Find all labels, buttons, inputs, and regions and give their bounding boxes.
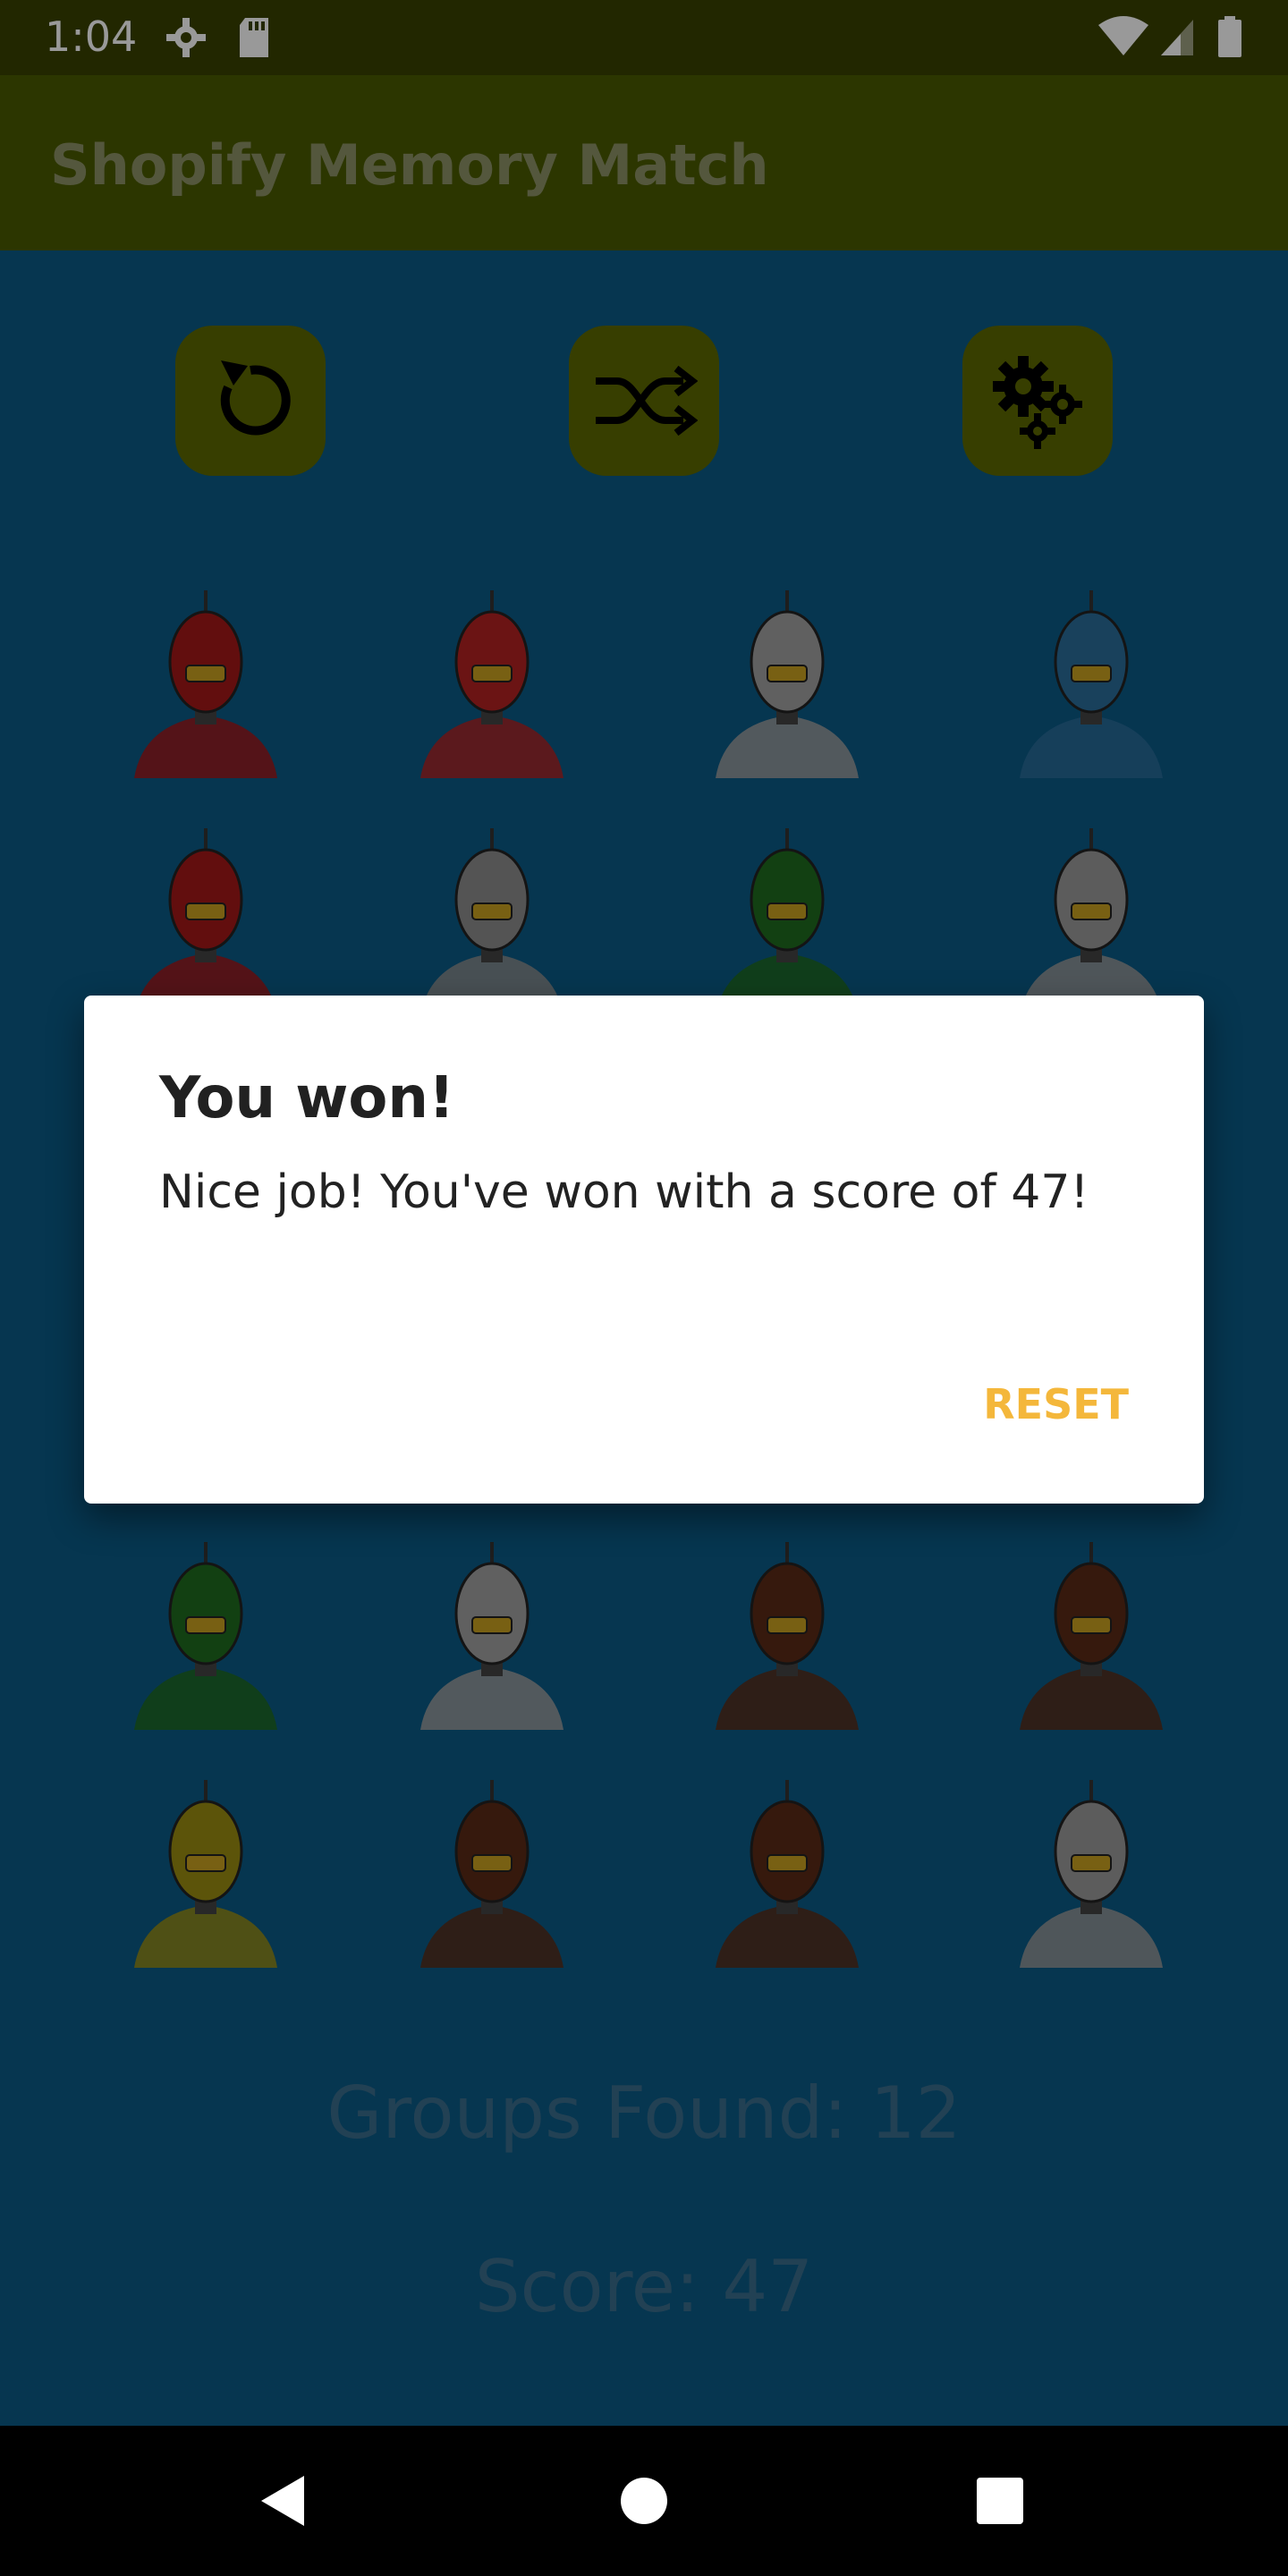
navigation-bar (0, 2426, 1288, 2576)
home-button[interactable] (601, 2458, 687, 2544)
recents-icon (977, 2478, 1023, 2524)
dialog-reset-button[interactable]: RESET (983, 1380, 1129, 1428)
back-icon (261, 2476, 304, 2526)
win-dialog: You won! Nice job! You've won with a sco… (84, 996, 1204, 1504)
home-icon (621, 2478, 667, 2524)
recents-button[interactable] (957, 2458, 1043, 2544)
back-button[interactable] (242, 2458, 327, 2544)
dialog-title: You won! (159, 1065, 455, 1131)
dialog-message: Nice job! You've won with a score of 47! (159, 1165, 1089, 1219)
